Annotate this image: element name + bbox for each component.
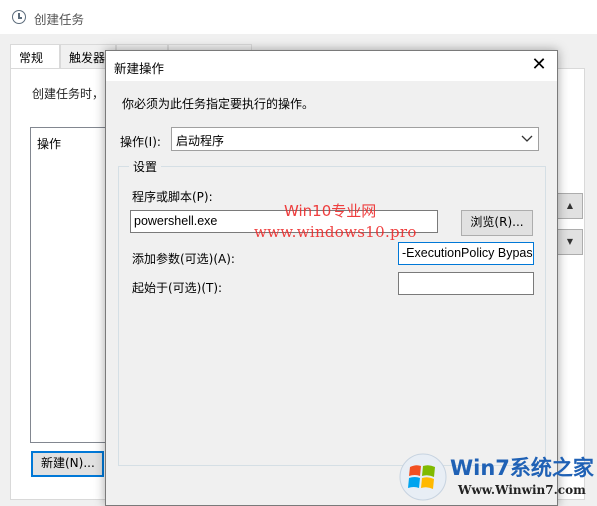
chevron-down-icon	[521, 135, 533, 142]
logo-text: Win7系统之家	[450, 456, 594, 480]
windows-logo-icon	[399, 453, 447, 501]
new-action-button[interactable]: 新建(N)...	[31, 451, 104, 477]
args-input[interactable]: -ExecutionPolicy Bypass	[398, 242, 534, 265]
start-in-label: 起始于(可选)(T):	[132, 281, 223, 295]
browse-button[interactable]: 浏览(R)...	[461, 210, 533, 236]
close-icon[interactable]: ✕	[521, 51, 557, 81]
action-select-value: 启动程序	[176, 134, 225, 148]
start-in-input[interactable]	[398, 272, 534, 295]
move-up-button[interactable]: ▲	[557, 193, 583, 219]
create-task-titlebar: 创建任务	[0, 0, 597, 34]
site-watermark-url: www.windows10.pro	[254, 223, 417, 241]
actions-list[interactable]: 操作	[30, 127, 110, 443]
win7-logo-watermark: Win7系统之家 Www.Winwin7.com	[398, 450, 595, 504]
program-label: 程序或脚本(P):	[132, 190, 213, 204]
clock-icon	[12, 10, 26, 24]
action-label: 操作(I):	[120, 135, 161, 149]
actions-description: 创建任务时，	[32, 87, 105, 101]
new-action-dialog: 新建操作 ✕ 你必须为此任务指定要执行的操作。 操作(I): 启动程序 设置 程…	[105, 50, 558, 506]
new-action-title: 新建操作	[114, 61, 165, 76]
new-action-titlebar: 新建操作 ✕	[106, 51, 557, 81]
actions-list-header[interactable]: 操作	[37, 135, 61, 152]
tab-general[interactable]: 常规	[10, 44, 60, 68]
create-task-title: 创建任务	[34, 12, 85, 27]
site-watermark-name: Win10专业网	[284, 202, 377, 220]
action-select[interactable]: 启动程序	[171, 127, 539, 151]
logo-url: Www.Winwin7.com	[458, 483, 586, 497]
settings-legend: 设置	[129, 158, 162, 175]
dialog-instruction: 你必须为此任务指定要执行的操作。	[122, 97, 315, 111]
args-label: 添加参数(可选)(A):	[132, 252, 235, 266]
move-down-button[interactable]: ▼	[557, 229, 583, 255]
